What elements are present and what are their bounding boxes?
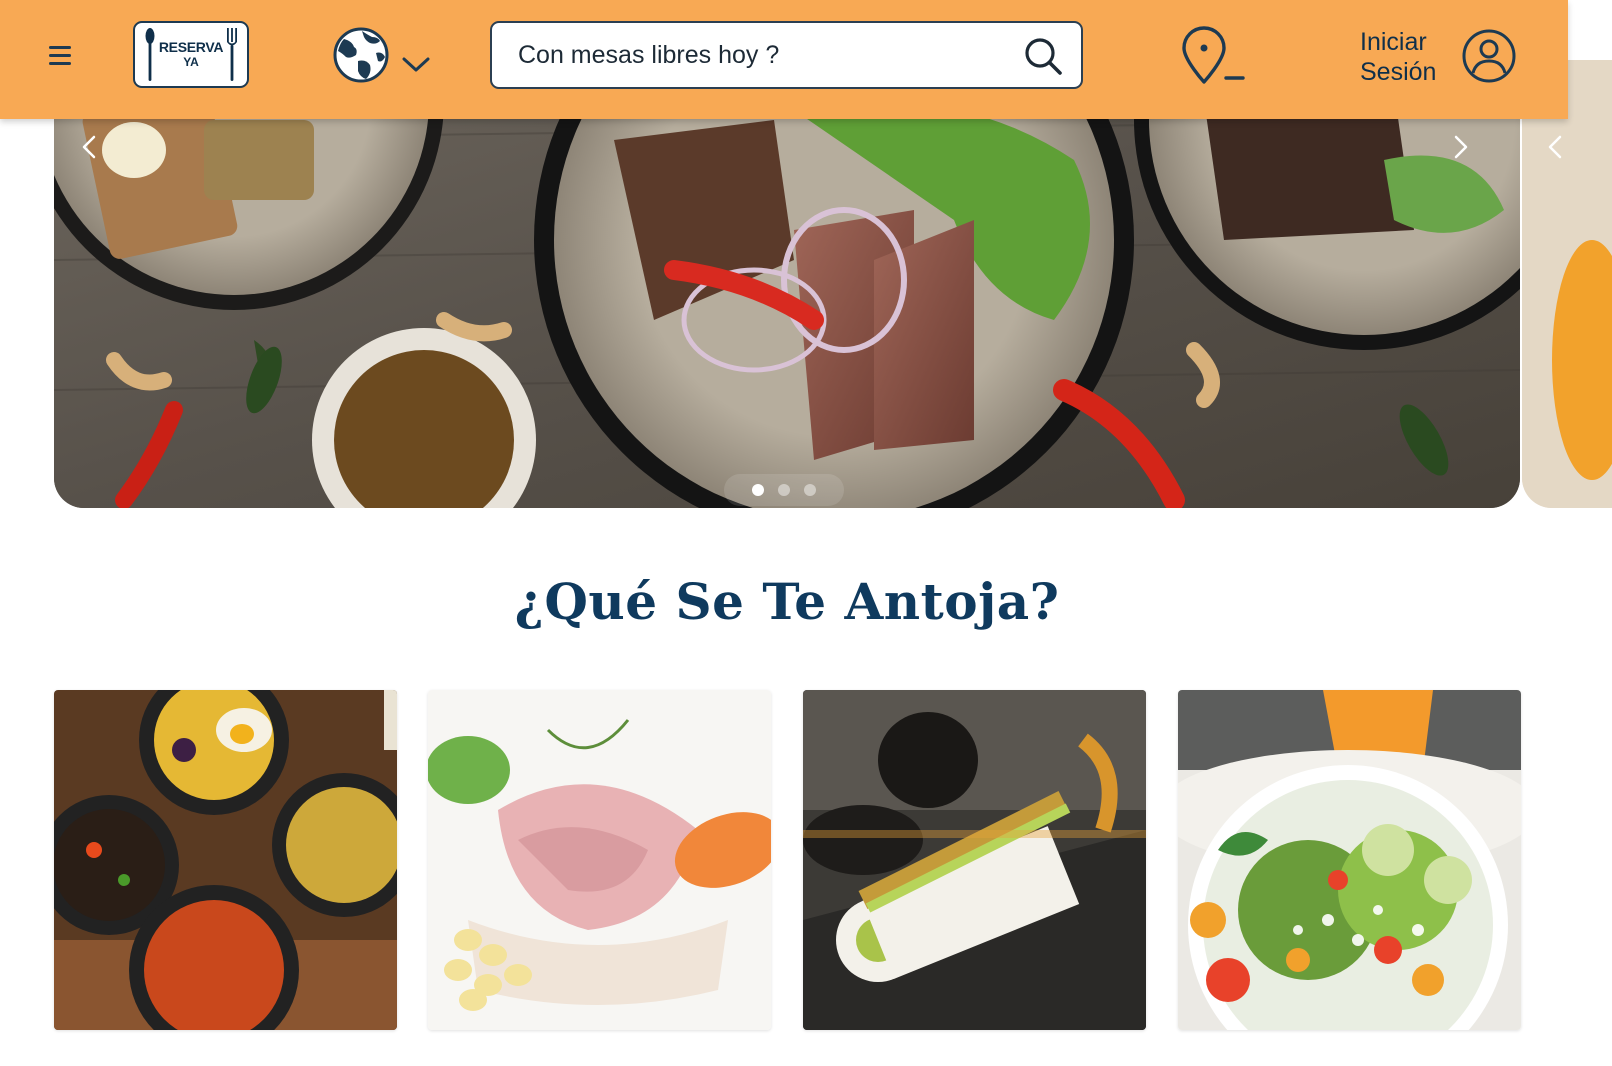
category-card-peruvian-stews[interactable] [54,690,397,1030]
globe-icon [333,27,389,83]
ceviche-image [428,690,771,1030]
category-card-ceviche[interactable] [428,690,771,1030]
search-icon[interactable] [1023,36,1063,76]
hero-food-image [54,60,1520,508]
category-grid [54,690,1521,1030]
login-link[interactable]: Iniciar Sesión [1360,27,1450,87]
category-card-sushi[interactable] [803,690,1146,1030]
logo-line-2: YA [183,54,199,69]
salad-image [1178,690,1521,1030]
search-input[interactable] [518,23,1008,87]
hamburger-menu-icon[interactable] [44,40,76,70]
brand-logo[interactable]: RESERVA YA [133,21,249,88]
user-account-icon[interactable] [1461,28,1517,84]
peruvian-stews-image [54,690,397,1030]
spoon-icon [145,27,155,81]
carousel-indicators [724,474,844,506]
search-bar [490,21,1083,89]
category-card-salad[interactable] [1178,690,1521,1030]
location-pin-icon[interactable] [1180,26,1246,86]
carousel-dot-1[interactable] [752,484,764,496]
carousel-next-button[interactable] [1442,122,1478,172]
language-selector[interactable] [332,27,432,85]
top-header: RESERVA YA Con mesas libres hoy ? Inicia… [0,0,1568,119]
chevron-left-icon [1548,135,1562,159]
section-title: ¿Qué Se Te Antoja? [514,572,1060,631]
logo-line-1: RESERVA [158,39,224,56]
chevron-down-icon [402,57,430,72]
fork-icon [227,27,238,81]
chevron-right-icon [1454,135,1468,159]
next-slide-prev-button[interactable] [1540,122,1576,172]
sushi-image [803,690,1146,1030]
chevron-left-icon [82,135,96,159]
carousel-dot-3[interactable] [804,484,816,496]
carousel-prev-button[interactable] [72,122,108,172]
hero-carousel[interactable] [54,60,1520,508]
logo-wordmark: RESERVA YA [158,39,224,69]
carousel-dot-2[interactable] [778,484,790,496]
